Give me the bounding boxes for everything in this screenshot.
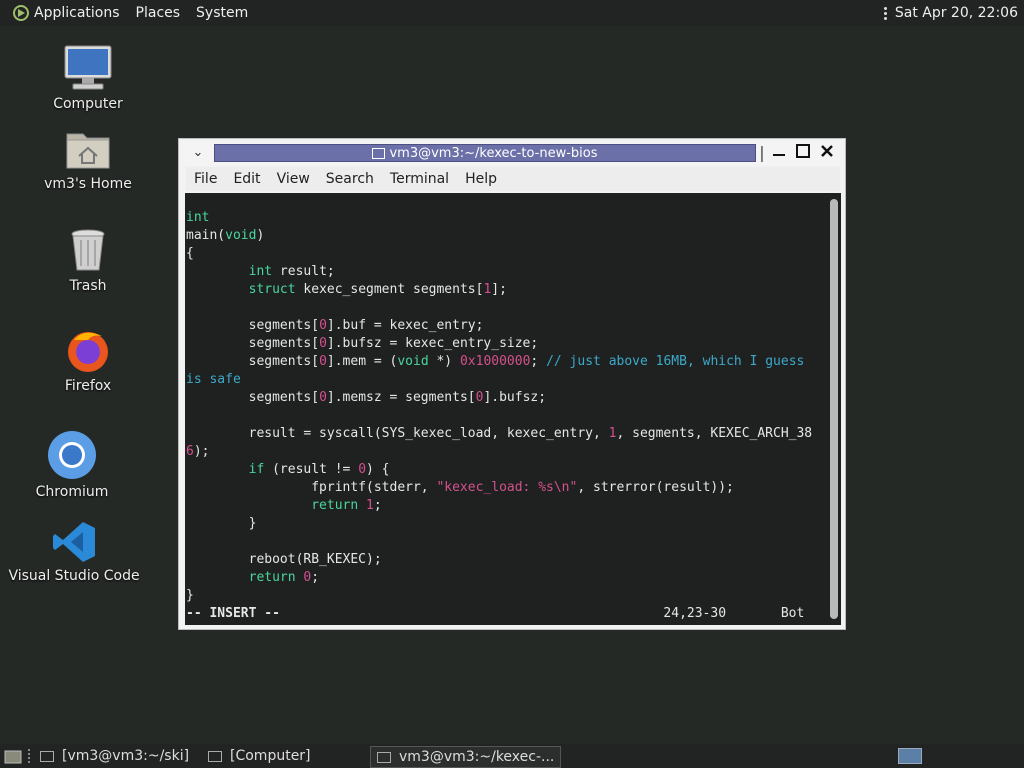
trash-icon — [71, 229, 105, 271]
scrollbar[interactable] — [830, 199, 838, 619]
desktop-icon-trash[interactable]: Trash — [58, 228, 118, 294]
task-label: vm3@vm3:~/kexec-... — [399, 749, 555, 765]
code-text: int main(void) { int result; struct kexe… — [186, 210, 813, 621]
panel-menu-dots-icon[interactable] — [883, 6, 887, 20]
vscode-icon — [53, 522, 95, 562]
computer-icon — [64, 45, 112, 90]
desktop-icon-label: vm3's Home — [44, 176, 132, 192]
menu-bar: File Edit View Search Terminal Help — [186, 167, 840, 191]
desktop-icon-label: Chromium — [35, 484, 109, 500]
clock[interactable]: Sat Apr 20, 22:06 — [895, 5, 1018, 21]
close-button[interactable] — [817, 143, 837, 163]
home-folder-icon — [66, 133, 110, 169]
desktop-icon-vscode[interactable]: Visual Studio Code — [8, 520, 140, 584]
window-title: vm3@vm3:~/kexec-to-new-bios — [389, 145, 598, 161]
places-menu[interactable]: Places — [136, 5, 181, 21]
desktop-icon-label: Visual Studio Code — [8, 568, 140, 584]
window-menu-chevron-down-icon[interactable]: ⌄ — [187, 143, 209, 163]
desktop-icon-computer[interactable]: Computer — [52, 44, 124, 112]
applications-menu[interactable]: Applications — [34, 5, 120, 21]
terminal-icon — [40, 750, 54, 762]
title-bar[interactable]: ⌄ vm3@vm3:~/kexec-to-new-bios | — [181, 141, 843, 165]
workspace-switcher[interactable] — [898, 748, 922, 764]
terminal-icon — [377, 751, 391, 763]
firefox-icon — [68, 332, 108, 372]
computer-icon — [208, 750, 222, 762]
title-separator: | — [759, 143, 765, 162]
menu-help[interactable]: Help — [457, 171, 505, 187]
menu-search[interactable]: Search — [318, 171, 382, 187]
vim-mode-indicator: -- INSERT -- — [186, 606, 280, 621]
taskbar-handle[interactable] — [28, 749, 34, 763]
task-label: [vm3@vm3:~/ski] — [62, 748, 190, 764]
close-icon — [821, 145, 833, 157]
menu-view[interactable]: View — [269, 171, 318, 187]
terminal-window[interactable]: ⌄ vm3@vm3:~/kexec-to-new-bios | File Edi… — [178, 138, 846, 630]
minimize-button[interactable] — [769, 143, 789, 163]
chromium-icon — [48, 431, 96, 479]
top-panel: Applications Places System Sat Apr 20, 2… — [0, 0, 1024, 26]
maximize-button[interactable] — [793, 143, 813, 163]
menu-edit[interactable]: Edit — [225, 171, 268, 187]
show-desktop-icon[interactable] — [4, 748, 22, 764]
terminal-icon — [372, 147, 386, 159]
minimize-icon — [773, 154, 785, 156]
maximize-icon — [796, 144, 810, 158]
bottom-taskbar: [vm3@vm3:~/ski] [Computer] vm3@vm3:~/kex… — [0, 744, 1024, 768]
system-menu[interactable]: System — [196, 5, 248, 21]
desktop-icon-home[interactable]: vm3's Home — [44, 128, 132, 192]
task-button-computer[interactable]: [Computer] — [208, 746, 311, 766]
task-button-kexec[interactable]: vm3@vm3:~/kexec-... — [370, 746, 562, 768]
title-bar-center[interactable]: vm3@vm3:~/kexec-to-new-bios — [214, 144, 756, 162]
desktop-icon-firefox[interactable]: Firefox — [58, 326, 118, 394]
task-label: [Computer] — [230, 748, 311, 764]
menu-file[interactable]: File — [186, 171, 225, 187]
desktop-icon-label: Trash — [69, 278, 107, 294]
desktop-icon-label: Computer — [53, 96, 123, 112]
desktop-icon-chromium[interactable]: Chromium — [36, 430, 108, 500]
terminal-content[interactable]: int main(void) { int result; struct kexe… — [185, 193, 841, 625]
task-button-ski[interactable]: [vm3@vm3:~/ski] — [40, 746, 189, 766]
desktop-icon-label: Firefox — [64, 378, 112, 394]
menu-terminal[interactable]: Terminal — [382, 171, 457, 187]
applications-logo-icon[interactable] — [12, 4, 30, 22]
